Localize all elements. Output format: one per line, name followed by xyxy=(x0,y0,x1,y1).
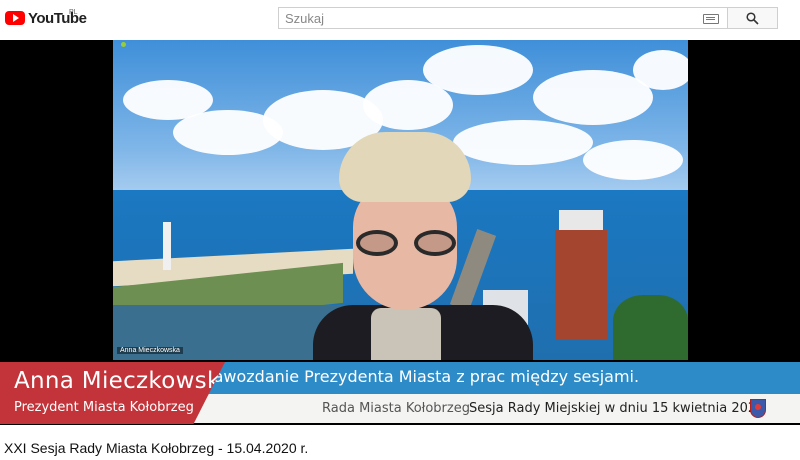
speaker-glasses xyxy=(354,230,458,260)
speaker-role: Prezydent Miasta Kołobrzeg xyxy=(14,400,194,415)
search-box xyxy=(278,7,728,29)
lighthouse-tower xyxy=(555,230,607,340)
video-title: XXI Sesja Rady Miasta Kołobrzeg - 15.04.… xyxy=(4,440,309,456)
search-icon xyxy=(746,12,759,25)
logo-region: PL xyxy=(69,9,78,16)
participant-label: Anna Mieczkowska xyxy=(117,347,183,354)
speaker-collar xyxy=(371,308,441,360)
session-title: Sesja Rady Miejskiej w dniu 15 kwietnia … xyxy=(469,401,765,416)
search-button[interactable] xyxy=(728,7,778,29)
video-frame: Anna Mieczkowska xyxy=(113,40,688,360)
search-input[interactable] xyxy=(279,8,701,28)
ticker-text: rawozdanie Prezydenta Miasta z prac międ… xyxy=(207,367,640,386)
video-player[interactable]: Anna Mieczkowska rawozdanie Prezydenta M… xyxy=(0,40,800,425)
cloud xyxy=(453,120,593,165)
video-status-icon xyxy=(121,42,126,47)
cloud xyxy=(633,50,688,90)
council-name: Rada Miasta Kołobrzeg xyxy=(322,401,470,416)
name-plate: Anna Mieczkowska Prezydent Miasta Kołobr… xyxy=(0,362,225,424)
speaker-hair xyxy=(339,132,471,202)
cloud xyxy=(583,140,683,180)
small-lighthouse xyxy=(163,222,171,270)
speaker-name: Anna Mieczkowska xyxy=(14,368,235,394)
cloud xyxy=(423,45,533,95)
masthead: YouTube PL xyxy=(0,0,800,40)
kolobrzeg-crest-icon xyxy=(750,399,766,418)
youtube-logo-icon xyxy=(5,11,25,25)
trees xyxy=(613,295,688,360)
keyboard-icon[interactable] xyxy=(703,14,719,24)
